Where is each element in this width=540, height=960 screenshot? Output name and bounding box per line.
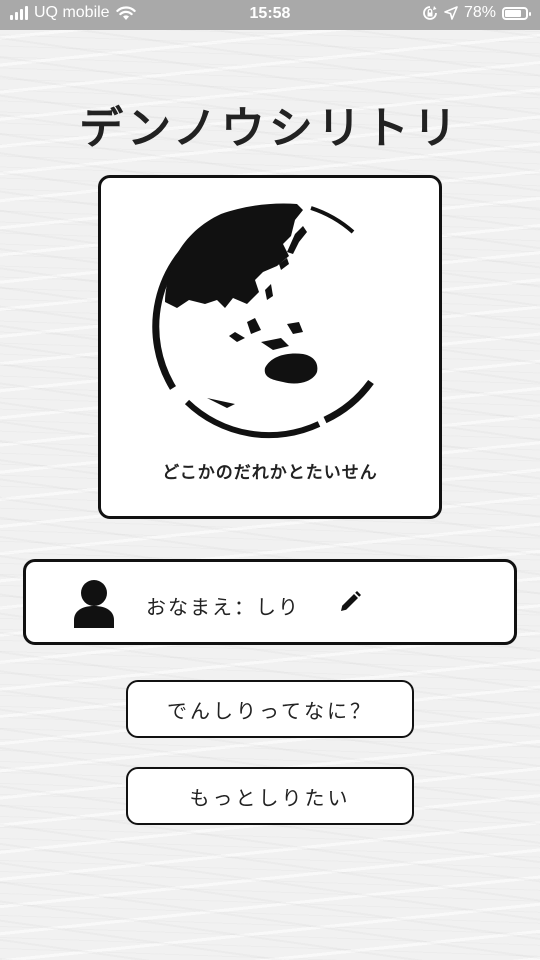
status-bar: UQ mobile 15:58 78% — [0, 0, 540, 30]
battery-percent: 78% — [463, 4, 496, 21]
profile-card: おなまえ：しり — [23, 559, 517, 645]
location-icon — [444, 6, 458, 20]
battery-fill — [505, 9, 521, 17]
user-icon — [74, 580, 114, 628]
status-right: 78% — [422, 4, 531, 22]
globe-icon — [152, 198, 389, 439]
battery-icon — [502, 6, 531, 20]
what-is-denshiri-button[interactable]: でんしりってなに？ — [126, 680, 414, 738]
random-match-label: どこかのだれかとたいせん — [162, 463, 378, 483]
app-title: デンノウシリトリ — [79, 103, 461, 154]
learn-more-button[interactable]: もっとしりたい — [126, 767, 414, 825]
random-match-card[interactable]: どこかのだれかとたいせん — [98, 175, 442, 519]
player-name: おなまえ：しり — [146, 595, 300, 619]
pencil-icon[interactable] — [338, 590, 362, 614]
orientation-lock-icon — [423, 6, 437, 20]
